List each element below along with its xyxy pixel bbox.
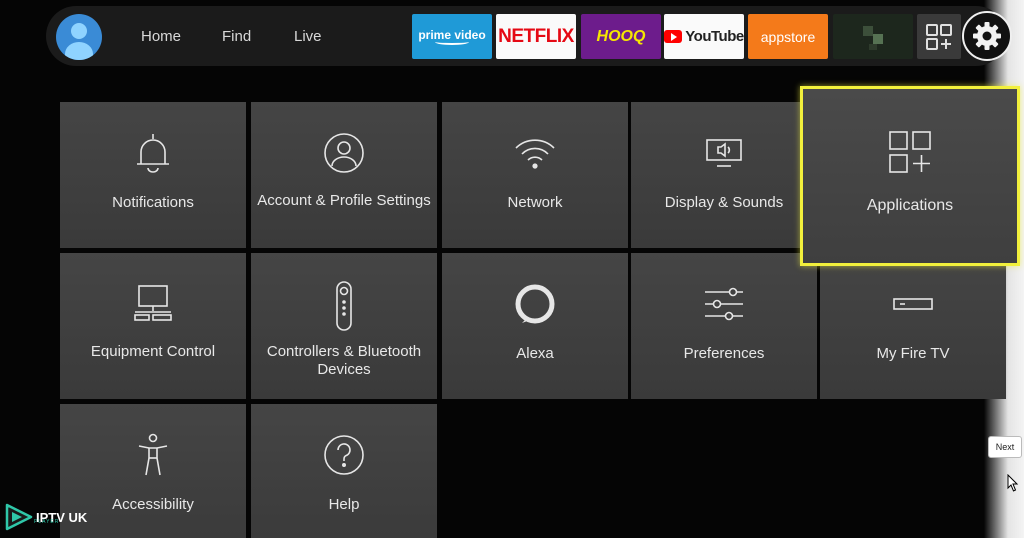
app-hooq[interactable]: HOOQ — [581, 14, 661, 59]
app-youtube[interactable]: YouTube — [664, 14, 744, 59]
youtube-play-icon — [664, 30, 683, 43]
tile-alexa[interactable]: Alexa — [442, 253, 628, 399]
wifi-icon — [515, 139, 555, 169]
tile-label: Alexa — [516, 345, 554, 362]
app-game-thumbnail[interactable] — [833, 14, 913, 59]
game-thumbnail-pixel — [869, 44, 877, 50]
gear-icon — [973, 22, 1001, 50]
avatar-body-shape — [65, 42, 93, 60]
netflix-logo-text: NETFLIX — [498, 25, 574, 47]
nav-find[interactable]: Find — [222, 28, 251, 45]
game-thumbnail-pixel — [873, 34, 883, 44]
tile-display-sounds[interactable]: Display & Sounds — [631, 102, 817, 248]
tile-network[interactable]: Network — [442, 102, 628, 248]
nav-home[interactable]: Home — [141, 28, 181, 45]
tile-help[interactable]: Help — [251, 404, 437, 538]
all-apps-button[interactable] — [917, 14, 961, 59]
tv-equipment-icon — [134, 285, 172, 321]
tile-label: Applications — [866, 197, 954, 214]
hooq-logo-text: HOOQ — [596, 27, 646, 45]
tile-label: Controllers & Bluetooth Devices — [266, 343, 422, 378]
next-tooltip: Next — [988, 436, 1022, 458]
tile-notifications[interactable]: Notifications — [60, 102, 246, 248]
tile-label: Accessibility — [112, 496, 194, 513]
tile-label: Display & Sounds — [664, 194, 784, 211]
tile-label: My Fire TV — [876, 345, 950, 362]
sliders-icon — [705, 287, 743, 321]
game-thumbnail-pixel — [863, 26, 873, 36]
youtube-logo-text: YouTube — [685, 28, 744, 45]
tile-applications[interactable]: Applications — [800, 86, 1020, 266]
display-sound-icon — [706, 139, 742, 167]
tile-account-profile-settings[interactable]: Account & Profile Settings — [251, 102, 437, 248]
bell-icon — [137, 134, 169, 173]
alexa-icon — [515, 284, 555, 324]
app-prime-video[interactable]: prime video — [412, 14, 492, 59]
app-grid-icon — [926, 23, 952, 50]
watermark-subtext: PLAYER — [34, 519, 60, 525]
profile-avatar[interactable] — [56, 14, 102, 60]
prime-smile-icon — [435, 39, 469, 45]
tile-controllers-bluetooth[interactable]: Controllers & Bluetooth Devices — [251, 253, 437, 399]
appstore-logo-text: appstore — [760, 28, 816, 45]
tile-preferences[interactable]: Preferences — [631, 253, 817, 399]
tile-my-fire-tv[interactable]: My Fire TV — [820, 253, 1006, 399]
apps-icon — [889, 131, 931, 173]
tile-label: Help — [328, 496, 360, 513]
tile-label: Notifications — [112, 194, 194, 211]
play-badge-icon — [5, 503, 33, 531]
remote-icon — [336, 281, 352, 331]
avatar-head-shape — [71, 23, 87, 39]
tile-equipment-control[interactable]: Equipment Control — [60, 253, 246, 399]
fire-tv-stick-icon — [893, 298, 933, 310]
watermark-logo: IPTV UK PLAYER — [4, 503, 87, 531]
accessibility-icon — [138, 433, 168, 476]
tile-label: Equipment Control — [90, 343, 216, 360]
nav-live[interactable]: Live — [294, 28, 322, 45]
help-icon — [324, 435, 364, 475]
tile-label: Preferences — [683, 345, 765, 362]
profile-icon — [324, 133, 364, 173]
tile-label: Network — [507, 194, 563, 211]
app-appstore[interactable]: appstore — [748, 14, 828, 59]
mouse-cursor-icon — [1007, 474, 1019, 492]
tile-accessibility[interactable]: Accessibility — [60, 404, 246, 538]
app-netflix[interactable]: NETFLIX — [496, 14, 576, 59]
settings-button[interactable] — [962, 11, 1012, 61]
tile-label: Account & Profile Settings — [257, 192, 431, 209]
